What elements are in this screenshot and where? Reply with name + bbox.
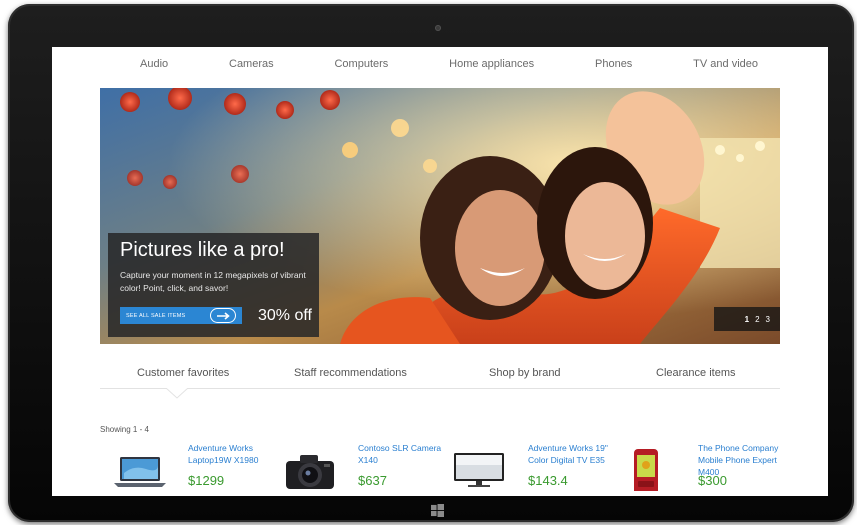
front-camera (435, 25, 441, 31)
product-name[interactable]: Adventure Works Laptop19W X1980 (188, 442, 280, 466)
product-tabs: Customer favorites Staff recommendations… (100, 357, 780, 399)
store-page: Audio Cameras Computers Home appliances … (100, 47, 780, 496)
tv-icon (450, 447, 510, 491)
nav-phones[interactable]: Phones (595, 58, 632, 70)
product-card[interactable]: Adventure Works 19" Color Digital TV E35… (450, 441, 610, 496)
promo-offer: 30% off (258, 307, 312, 324)
tablet-bezel: Audio Cameras Computers Home appliances … (8, 4, 854, 522)
category-nav: Audio Cameras Computers Home appliances … (100, 47, 780, 81)
product-price: $143.4 (528, 473, 568, 488)
carousel-page-2[interactable]: 2 (755, 315, 759, 324)
hero-banner[interactable]: Pictures like a pro! Capture your moment… (100, 88, 780, 344)
product-price: $1299 (188, 473, 225, 488)
arrow-right-icon (210, 308, 236, 323)
selected-tab-indicator (166, 388, 188, 399)
windows-home-button[interactable] (428, 501, 446, 519)
product-card[interactable]: Contoso SLR Camera X140 $637 (280, 441, 441, 496)
results-count: Showing 1 - 4 (100, 425, 149, 434)
nav-audio[interactable]: Audio (140, 58, 168, 70)
windows-logo-icon (430, 503, 444, 517)
promo-description: Capture your moment in 12 megapixels of … (120, 270, 306, 293)
nav-home-appliances[interactable]: Home appliances (449, 58, 534, 70)
carousel-pager: 1 2 3 (714, 307, 780, 331)
product-name[interactable]: Adventure Works 19" Color Digital TV E35 (528, 442, 620, 466)
app-screen: Audio Cameras Computers Home appliances … (52, 47, 828, 496)
promo-panel: Pictures like a pro! Capture your moment… (108, 233, 319, 337)
promo-title: Pictures like a pro! (120, 239, 285, 261)
carousel-page-1[interactable]: 1 (745, 315, 749, 324)
tab-clearance-items[interactable]: Clearance items (656, 367, 735, 379)
carousel-page-3[interactable]: 3 (766, 315, 770, 324)
camera-icon (280, 447, 340, 491)
tab-staff-recommendations[interactable]: Staff recommendations (294, 367, 407, 379)
see-all-sale-items-button[interactable]: SEE ALL SALE ITEMS (120, 307, 242, 324)
product-card[interactable]: The Phone Company Mobile Phone Expert M4… (620, 441, 780, 496)
product-price: $637 (358, 473, 387, 488)
see-all-sale-items-label: SEE ALL SALE ITEMS (126, 312, 186, 319)
phone-icon (620, 447, 680, 495)
product-price: $300 (698, 473, 727, 488)
product-card[interactable]: Adventure Works Laptop19W X1980 $1299 (110, 441, 270, 496)
laptop-icon (110, 447, 170, 491)
tab-shop-by-brand[interactable]: Shop by brand (489, 367, 561, 379)
tabs-divider (100, 388, 780, 389)
product-name[interactable]: Contoso SLR Camera X140 (358, 442, 450, 466)
nav-cameras[interactable]: Cameras (229, 58, 274, 70)
nav-computers[interactable]: Computers (334, 58, 388, 70)
tab-customer-favorites[interactable]: Customer favorites (137, 367, 229, 379)
nav-tv-and-video[interactable]: TV and video (693, 58, 758, 70)
